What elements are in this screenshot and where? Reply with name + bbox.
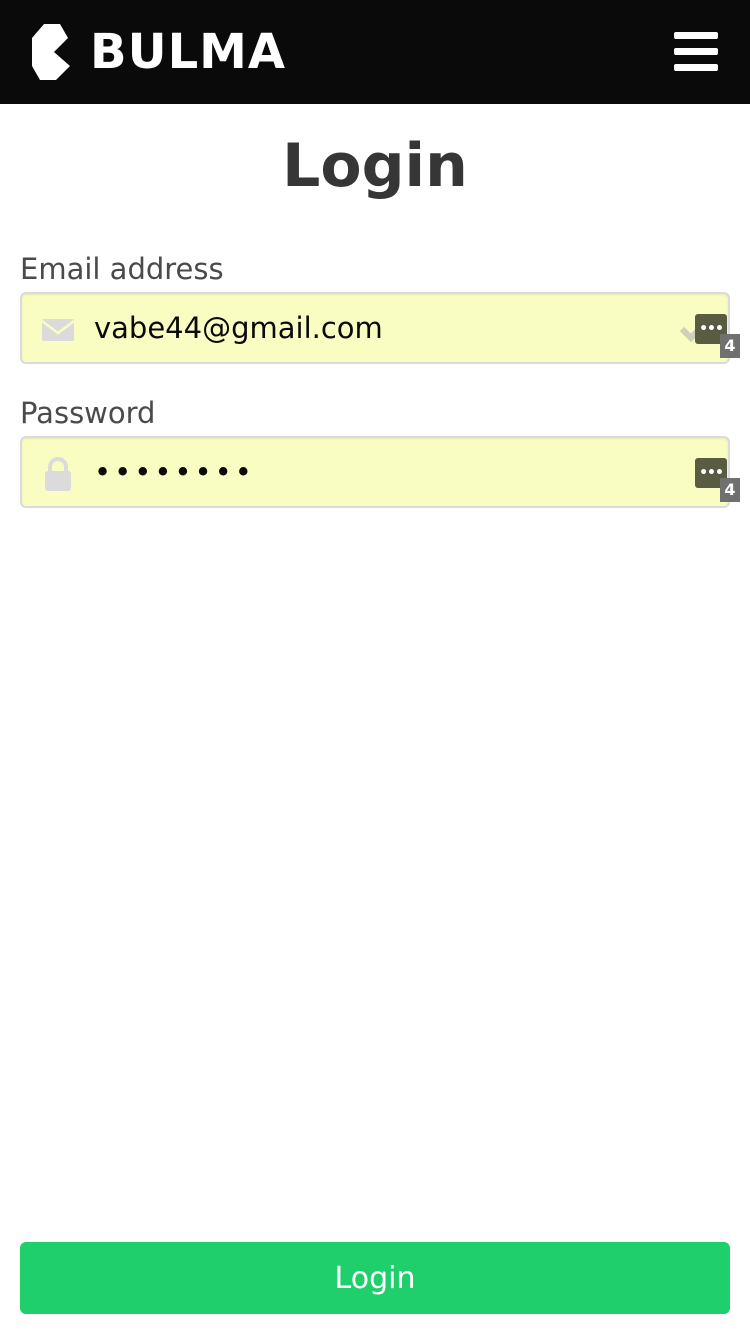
password-manager-count: 4 xyxy=(720,478,740,502)
page-title: Login xyxy=(282,131,468,201)
password-field[interactable] xyxy=(94,438,684,506)
email-label: Email address xyxy=(20,252,224,286)
brand-link[interactable]: BULMA xyxy=(30,24,286,80)
email-field-control: ••• 4 xyxy=(20,292,740,364)
lock-icon xyxy=(45,457,71,491)
envelope-icon xyxy=(41,319,75,341)
password-label: Password xyxy=(20,396,156,430)
bulma-logo-icon xyxy=(32,24,70,80)
brand-name: BULMA xyxy=(90,24,287,80)
password-field-control: ••• 4 xyxy=(20,436,740,508)
email-field[interactable] xyxy=(94,294,684,362)
navbar: BULMA xyxy=(0,0,750,104)
login-button[interactable]: Login xyxy=(20,1242,730,1314)
hamburger-menu-icon[interactable] xyxy=(672,30,720,74)
password-manager-count: 4 xyxy=(720,334,740,358)
